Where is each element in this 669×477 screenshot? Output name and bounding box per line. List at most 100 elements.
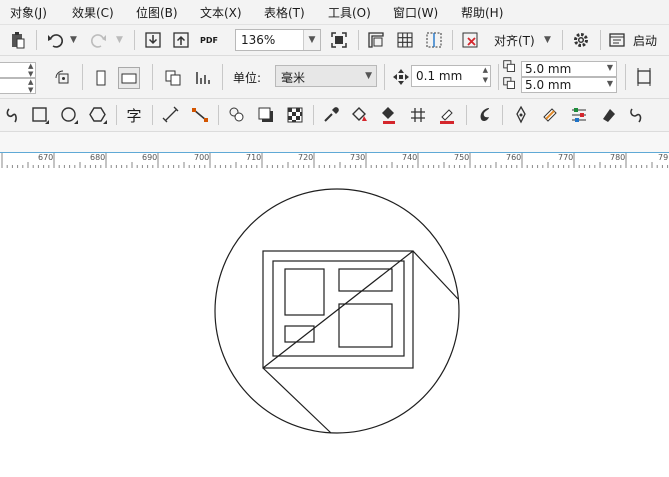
size-spin-up-icon[interactable]: ▲ bbox=[28, 62, 33, 70]
standard-toolbar: ▼ ▼ PDF 136% ▼ 对齐(T) ▼ 启动 bbox=[0, 25, 669, 56]
ruler-tick-label: 750 bbox=[454, 153, 470, 162]
drawing-artwork bbox=[214, 188, 460, 434]
units-select[interactable]: 毫米 ▼ bbox=[275, 65, 377, 87]
all-pages-icon[interactable] bbox=[162, 67, 184, 89]
shadow-line-top bbox=[412, 250, 459, 300]
menu-object[interactable]: 对象(J) bbox=[10, 4, 47, 21]
drop-shadow-icon[interactable] bbox=[255, 104, 277, 126]
smart-fill-icon[interactable] bbox=[378, 104, 400, 126]
duplicate-distance-y-value: 5.0 mm bbox=[525, 78, 572, 92]
dup-y-dropdown-icon[interactable]: ▼ bbox=[607, 79, 613, 88]
menu-effects[interactable]: 效果(C) bbox=[72, 4, 114, 21]
duplicate-distance-x-value: 5.0 mm bbox=[525, 62, 572, 76]
eraser-icon[interactable] bbox=[597, 104, 619, 126]
redo-dropdown-icon[interactable]: ▼ bbox=[116, 35, 123, 45]
property-bar: ▲ ▼ ▲ ▼ 单位: 毫米 ▼ 0.1 mm ▲ ▼ 5.0 mm ▼ 5.0… bbox=[0, 56, 669, 99]
duplicate-y-icon bbox=[501, 76, 519, 92]
zoom-level-value: 136% bbox=[241, 33, 276, 47]
mesh-fill-icon[interactable] bbox=[407, 104, 429, 126]
undo-icon[interactable] bbox=[44, 29, 66, 51]
ruler-tick-label: 780 bbox=[610, 153, 626, 162]
ruler-tick-label: 710 bbox=[246, 153, 262, 162]
blend-tool-icon[interactable] bbox=[226, 104, 248, 126]
launch-icon[interactable] bbox=[606, 29, 628, 51]
menu-bar: 对象(J) 效果(C) 位图(B) 文本(X) 表格(T) 工具(O) 窗口(W… bbox=[0, 0, 669, 25]
text-tool-icon[interactable]: 字 bbox=[123, 104, 145, 126]
polygon-tool-icon[interactable] bbox=[87, 104, 109, 126]
ruler-tick-label: 730 bbox=[350, 153, 366, 162]
show-guidelines-icon[interactable] bbox=[423, 29, 445, 51]
panel-top-left bbox=[284, 268, 325, 316]
zoom-dropdown-icon[interactable]: ▼ bbox=[303, 30, 320, 50]
gear-icon[interactable] bbox=[570, 29, 592, 51]
dup-x-dropdown-icon[interactable]: ▼ bbox=[607, 63, 613, 72]
menu-table[interactable]: 表格(T) bbox=[264, 4, 305, 21]
pen-nib-icon[interactable] bbox=[510, 104, 532, 126]
interactive-fill-icon[interactable] bbox=[349, 104, 371, 126]
ruler-tick-label: 700 bbox=[194, 153, 210, 162]
size-spin-up-2-icon[interactable]: ▲ bbox=[28, 78, 33, 86]
import-icon[interactable] bbox=[142, 29, 164, 51]
connector-tool-icon[interactable] bbox=[189, 104, 211, 126]
units-dropdown-icon[interactable]: ▼ bbox=[365, 71, 372, 81]
current-page-icon[interactable] bbox=[192, 67, 214, 89]
shadow-line-bottom bbox=[262, 367, 332, 434]
align-distribute-icon[interactable] bbox=[568, 104, 590, 126]
duplicate-distance-y-field[interactable]: 5.0 mm ▼ bbox=[521, 77, 617, 93]
tools-toolbar: 字 bbox=[0, 99, 669, 132]
rectangle-tool-icon[interactable] bbox=[29, 104, 51, 126]
horizontal-ruler[interactable]: 670 680 690 700 710 720 730 740 750 760 … bbox=[0, 152, 669, 170]
menu-text[interactable]: 文本(X) bbox=[200, 4, 242, 21]
show-rulers-icon[interactable] bbox=[365, 29, 387, 51]
publish-pdf-icon[interactable]: PDF bbox=[198, 29, 220, 51]
nudge-distance-field[interactable]: 0.1 mm ▲ ▼ bbox=[411, 65, 491, 87]
ellipse-tool-icon[interactable] bbox=[58, 104, 80, 126]
menu-bitmaps[interactable]: 位图(B) bbox=[136, 4, 178, 21]
menu-tools[interactable]: 工具(O) bbox=[328, 4, 371, 21]
zoom-level-select[interactable]: 136% ▼ bbox=[235, 29, 321, 51]
full-screen-icon[interactable] bbox=[328, 29, 350, 51]
duplicate-x-icon bbox=[501, 59, 519, 75]
rotate-icon[interactable] bbox=[52, 67, 74, 89]
nudge-distance-value: 0.1 mm bbox=[416, 69, 463, 83]
snap-to-dropdown-icon[interactable]: ▼ bbox=[544, 35, 551, 45]
artistic-media-icon[interactable] bbox=[474, 104, 496, 126]
launch-label[interactable]: 启动 bbox=[633, 32, 657, 49]
ruler-tick-label: 690 bbox=[142, 153, 158, 162]
show-grid-icon[interactable] bbox=[394, 29, 416, 51]
redo-icon[interactable] bbox=[88, 29, 110, 51]
menu-help[interactable]: 帮助(H) bbox=[461, 4, 503, 21]
ruler-tick-label: 770 bbox=[558, 153, 574, 162]
clipboard-icon[interactable] bbox=[6, 29, 28, 51]
outline-pen-icon[interactable] bbox=[436, 104, 458, 126]
snap-off-icon[interactable] bbox=[459, 29, 481, 51]
size-spin-down-icon[interactable]: ▼ bbox=[28, 70, 33, 78]
eyedropper-icon[interactable] bbox=[320, 104, 342, 126]
ruler-tick-label: 720 bbox=[298, 153, 314, 162]
menu-window[interactable]: 窗口(W) bbox=[393, 4, 438, 21]
panel-bottom-right bbox=[338, 303, 393, 348]
landscape-icon[interactable] bbox=[118, 67, 140, 89]
smooth-tool-icon[interactable] bbox=[626, 104, 648, 126]
ruler-tick-label: 760 bbox=[506, 153, 522, 162]
export-icon[interactable] bbox=[170, 29, 192, 51]
nudge-spin-up-icon[interactable]: ▲ bbox=[483, 66, 488, 74]
snap-to-label[interactable]: 对齐(T) bbox=[494, 32, 535, 49]
nudge-icon bbox=[390, 66, 412, 88]
text-tool-glyph: 字 bbox=[126, 106, 142, 125]
drawing-canvas[interactable] bbox=[0, 169, 669, 477]
toolbar-spacer bbox=[0, 132, 669, 152]
portrait-icon[interactable] bbox=[90, 67, 112, 89]
parallel-dimension-icon[interactable] bbox=[160, 104, 182, 126]
duplicate-distance-x-field[interactable]: 5.0 mm ▼ bbox=[521, 61, 617, 77]
size-spin-down-2-icon[interactable]: ▼ bbox=[28, 86, 33, 94]
ruler-tick-label: 670 bbox=[38, 153, 54, 162]
nudge-spin-down-icon[interactable]: ▼ bbox=[483, 76, 488, 84]
treat-as-filled-icon[interactable] bbox=[633, 66, 655, 88]
ruler-tick-label: 680 bbox=[90, 153, 106, 162]
freehand-icon[interactable] bbox=[2, 104, 24, 126]
edit-fill-icon[interactable] bbox=[539, 104, 561, 126]
transparency-icon[interactable] bbox=[284, 104, 306, 126]
undo-dropdown-icon[interactable]: ▼ bbox=[70, 35, 77, 45]
units-label: 单位: bbox=[233, 71, 262, 85]
